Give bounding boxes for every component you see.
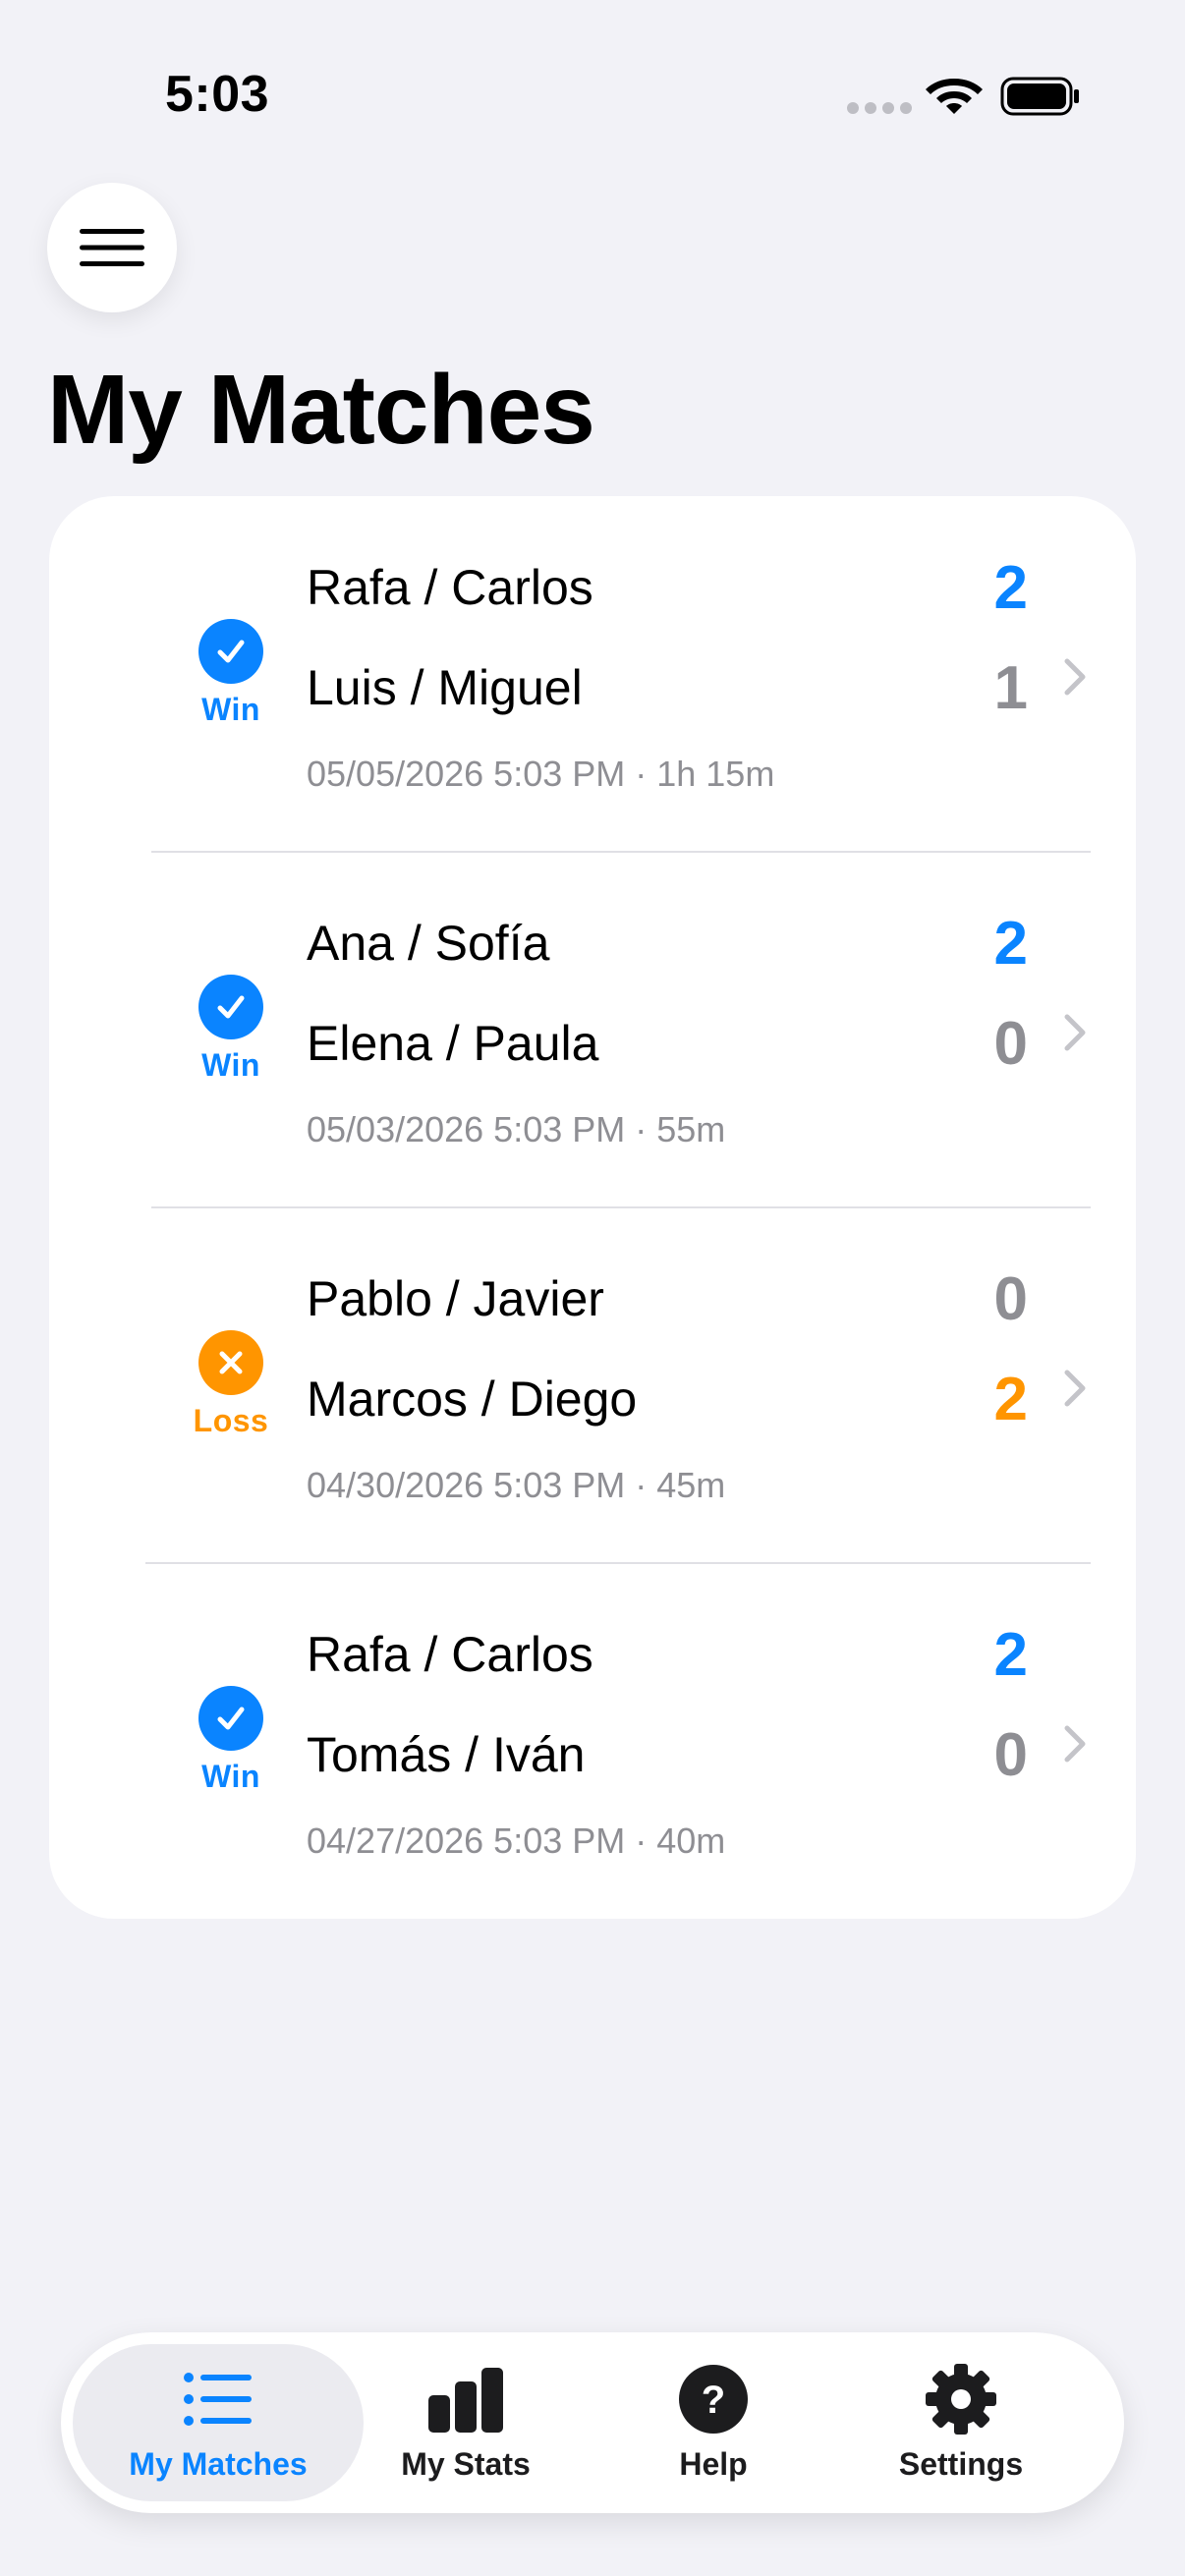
list-icon [184,2372,252,2426]
tab-settings[interactable]: Settings [816,2344,1106,2501]
team-one-score: 0 [993,1265,1028,1333]
team-two-name: Tomás / Iván [307,1727,586,1782]
result-label: Loss [193,1403,269,1438]
matches-list: Win Rafa / Carlos 2 Luis / Miguel 1 05/0… [49,496,1136,1919]
battery-icon [1000,77,1079,116]
match-row[interactable]: Loss Pablo / Javier 0 Marcos / Diego 2 0… [49,1207,1136,1563]
match-meta: 04/30/2026 5:03 PM · 45m [307,1465,726,1505]
tab-label: Settings [898,2445,1024,2482]
team-one-score: 2 [993,554,1028,622]
bar-chart-icon [428,2367,503,2433]
status-bar: 5:03 [0,0,1185,196]
team-one-name: Ana / Sofía [307,916,550,971]
team-one-name: Rafa / Carlos [307,1627,593,1682]
match-row[interactable]: Win Rafa / Carlos 2 Luis / Miguel 1 05/0… [49,496,1136,852]
team-one-name: Rafa / Carlos [307,560,593,615]
x-mark-icon [198,1330,263,1395]
team-two-score: 1 [993,654,1028,722]
team-two-name: Elena / Paula [307,1016,599,1071]
chevron-right-icon [1064,1725,1086,1763]
menu-button[interactable] [47,183,177,312]
match-row[interactable]: Win Ana / Sofía 2 Elena / Paula 0 05/03/… [49,852,1136,1207]
team-two-score: 0 [993,1721,1028,1789]
question-circle-icon: ? [679,2364,748,2434]
status-time: 5:03 [165,66,270,123]
team-one-score: 2 [993,910,1028,978]
result-label: Win [201,1047,260,1083]
team-two-name: Luis / Miguel [307,660,583,715]
page-title: My Matches [47,355,595,465]
match-meta: 04/27/2026 5:03 PM · 40m [307,1820,726,1861]
checkmark-icon [198,619,263,684]
result-label: Win [201,692,260,727]
result-badge: Loss [130,1330,332,1439]
tab-label: Help [679,2445,748,2482]
match-row[interactable]: Win Rafa / Carlos 2 Tomás / Iván 0 04/27… [49,1563,1136,1919]
chevron-right-icon [1064,658,1086,696]
match-meta: 05/03/2026 5:03 PM · 55m [307,1109,726,1149]
hamburger-icon [80,229,144,266]
result-badge: Win [130,619,332,728]
svg-text:?: ? [702,2379,725,2422]
team-two-name: Marcos / Diego [307,1372,638,1427]
team-two-score: 2 [993,1366,1028,1433]
team-one-score: 2 [993,1621,1028,1689]
checkmark-icon [198,975,263,1039]
gear-icon [926,2363,996,2435]
chevron-right-icon [1064,1014,1086,1051]
match-meta: 05/05/2026 5:03 PM · 1h 15m [307,754,775,794]
tab-label: My Matches [129,2445,308,2482]
result-badge: Win [130,1686,332,1795]
chevron-right-icon [1064,1370,1086,1407]
cellular-signal-icon [847,102,912,114]
team-one-name: Pablo / Javier [307,1271,604,1326]
tab-label: My Stats [401,2445,531,2482]
result-label: Win [201,1759,260,1794]
tab-bar: My Matches My Stats ? Help Settings [61,2332,1124,2513]
result-badge: Win [130,975,332,1084]
wifi-icon [926,79,983,114]
checkmark-icon [198,1686,263,1751]
team-two-score: 0 [993,1010,1028,1078]
